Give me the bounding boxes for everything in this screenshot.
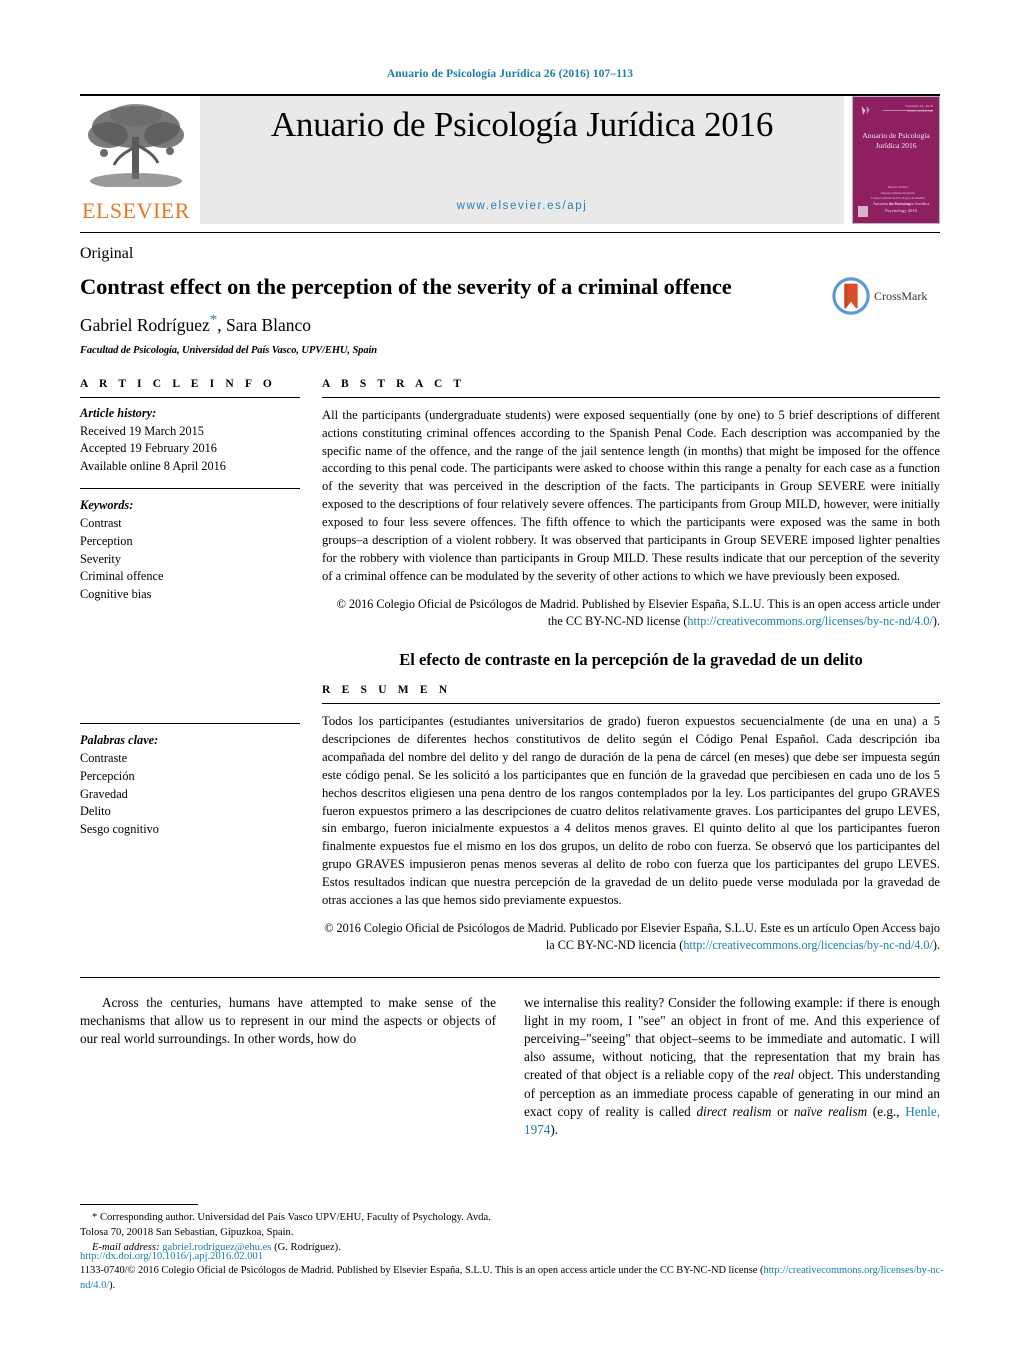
abstract-copyright: © 2016 Colegio Oficial de Psicólogos de … bbox=[322, 596, 940, 631]
palabra-item: Gravedad bbox=[80, 786, 128, 801]
journal-title: Anuario de Psicología Jurídica 2016 bbox=[270, 105, 774, 144]
corresponding-author-note: * Corresponding author. Universidad del … bbox=[80, 1210, 510, 1255]
palabras-clave-label: Palabras clave: bbox=[80, 733, 159, 748]
crossmark-label: CrossMark bbox=[874, 288, 928, 303]
cover-publisher-mark-icon bbox=[858, 206, 868, 217]
author-2: , Sara Blanco bbox=[217, 314, 312, 335]
doi-link[interactable]: http://dx.doi.org/10.1016/j.apj.2016.02.… bbox=[80, 1251, 962, 1262]
palabras-clave-block: Palabras clave: Contraste Percepción Gra… bbox=[80, 723, 300, 839]
footnote-block: * Corresponding author. Universidad del … bbox=[80, 1203, 510, 1255]
keyword-item: Severity bbox=[80, 551, 121, 566]
elsevier-logo: ELSEVIER bbox=[80, 96, 192, 224]
body-paragraph-left: Across the centuries, humans have attemp… bbox=[80, 994, 496, 1046]
keyword-item: Contrast bbox=[80, 515, 122, 530]
elsevier-wordmark: ELSEVIER bbox=[82, 198, 190, 223]
resumen-heading: R E S U M E N bbox=[322, 684, 452, 697]
palabra-item: Contraste bbox=[80, 750, 128, 765]
article-history: Article history: Received 19 March 2015 … bbox=[80, 405, 300, 476]
abstract-heading: A B S T R A C T bbox=[322, 377, 466, 390]
palabra-item: Delito bbox=[80, 804, 111, 819]
body-left-column: Across the centuries, humans have attemp… bbox=[80, 994, 496, 1140]
abstract-column: A B S T R A C T All the participants (un… bbox=[322, 378, 940, 955]
author-list: Gabriel Rodríguez*, Sara Blanco bbox=[80, 312, 816, 336]
article-type-label: Original bbox=[80, 245, 134, 262]
abstract-text: All the participants (undergraduate stud… bbox=[322, 407, 940, 583]
crossmark-icon bbox=[832, 277, 870, 315]
running-head: Anuario de Psicología Jurídica 26 (2016)… bbox=[386, 68, 634, 80]
cover-title: Anuario de Psicología Jurídica 2016 bbox=[862, 131, 930, 151]
abstract-rule bbox=[322, 396, 940, 398]
spanish-title: El efecto de contraste en la percepción … bbox=[399, 650, 863, 670]
abstract-copyright-post: ). bbox=[932, 613, 940, 628]
article-history-label: Article history: bbox=[80, 405, 157, 420]
resumen-rule bbox=[322, 703, 940, 705]
body-right-end: ). bbox=[550, 1122, 559, 1138]
journal-cover-thumbnail[interactable]: Volumen 26, 2016 ISSN 1133-0740 Anuario … bbox=[852, 96, 940, 224]
article-info-heading: A R T I C L E I N F O bbox=[80, 377, 276, 390]
resumen-copyright-post: ). bbox=[932, 938, 940, 953]
journal-title-band: Anuario de Psicología Jurídica 2016 www.… bbox=[200, 96, 844, 224]
footnote-rule bbox=[80, 1203, 198, 1205]
footnote-address: Corresponding author. Universidad del Pa… bbox=[80, 1211, 491, 1238]
keyword-item: Cognitive bias bbox=[80, 587, 152, 602]
body-right-post: (e.g., bbox=[867, 1103, 906, 1119]
elsevier-tree-icon bbox=[84, 104, 188, 189]
page-title: Contrast effect on the perception of the… bbox=[80, 274, 732, 299]
cover-footer-line1: Anuario de Psicología Jurídica bbox=[872, 201, 930, 207]
resumen-copyright: © 2016 Colegio Oficial de Psicólogos de … bbox=[322, 920, 940, 955]
palabra-item: Percepción bbox=[80, 768, 135, 783]
resumen-text: Todos los participantes (estudiantes uni… bbox=[322, 714, 940, 907]
page-footer: http://dx.doi.org/10.1016/j.apj.2016.02.… bbox=[80, 1251, 962, 1293]
keywords-block: Keywords: Contrast Perception Severity C… bbox=[80, 488, 300, 604]
cover-footer: Anuario de Psicología Jurídica Psycholog… bbox=[869, 201, 933, 215]
issn-copyright-line: 1133-0740/© 2016 Colegio Oficial de Psic… bbox=[80, 1263, 962, 1293]
body-right-italic-direct-realism: direct realism bbox=[696, 1103, 772, 1119]
cover-footer-line2: Psychology 2016 bbox=[885, 208, 917, 214]
body-paragraph-right: we internalise this reality? Consider th… bbox=[524, 994, 940, 1140]
title-block: Contrast effect on the perception of the… bbox=[80, 273, 940, 356]
keywords-label: Keywords: bbox=[80, 498, 134, 513]
issn-copyright-pre: 1133-0740/© 2016 Colegio Oficial de Psic… bbox=[80, 1264, 764, 1276]
journal-masthead: ELSEVIER Anuario de Psicología Jurídica … bbox=[80, 94, 940, 224]
palabra-item: Sesgo cognitivo bbox=[80, 822, 159, 837]
article-page: Anuario de Psicología Jurídica 26 (2016)… bbox=[0, 0, 1020, 1351]
keyword-item: Perception bbox=[80, 533, 133, 548]
body-right-italic-real: real bbox=[773, 1067, 795, 1083]
available-date: Available online 8 April 2016 bbox=[80, 459, 226, 474]
body-right-column: we internalise this reality? Consider th… bbox=[524, 994, 940, 1140]
issn-copyright-post: ). bbox=[109, 1279, 116, 1291]
author-1: Gabriel Rodríguez bbox=[80, 314, 210, 335]
abstract-license-link[interactable]: http://creativecommons.org/licenses/by-n… bbox=[687, 614, 933, 628]
copcelerity-logo-icon bbox=[861, 105, 870, 116]
keyword-item: Criminal offence bbox=[80, 569, 164, 584]
affiliation: Facultad de Psicología, Universidad del … bbox=[80, 344, 378, 356]
abstract-bottom-rule bbox=[80, 976, 940, 978]
accepted-date: Accepted 19 February 2016 bbox=[80, 441, 217, 456]
abstract-section: A R T I C L E I N F O Article history: R… bbox=[80, 378, 940, 955]
article-info-rule bbox=[80, 396, 300, 398]
cover-divider bbox=[883, 110, 933, 111]
body-columns: Across the centuries, humans have attemp… bbox=[80, 994, 940, 1140]
masthead-bottom-rule bbox=[80, 232, 940, 233]
journal-url[interactable]: www.elsevier.es/apj bbox=[200, 200, 844, 212]
crossmark-badge[interactable]: CrossMark bbox=[832, 273, 940, 315]
article-info-column: A R T I C L E I N F O Article history: R… bbox=[80, 378, 322, 955]
resumen-license-link[interactable]: http://creativecommons.org/licencias/by-… bbox=[683, 938, 933, 952]
body-right-mid2: or bbox=[771, 1103, 794, 1119]
body-right-italic-naive-realism: naïve realism bbox=[793, 1103, 868, 1119]
received-date: Received 19 March 2015 bbox=[80, 423, 204, 438]
